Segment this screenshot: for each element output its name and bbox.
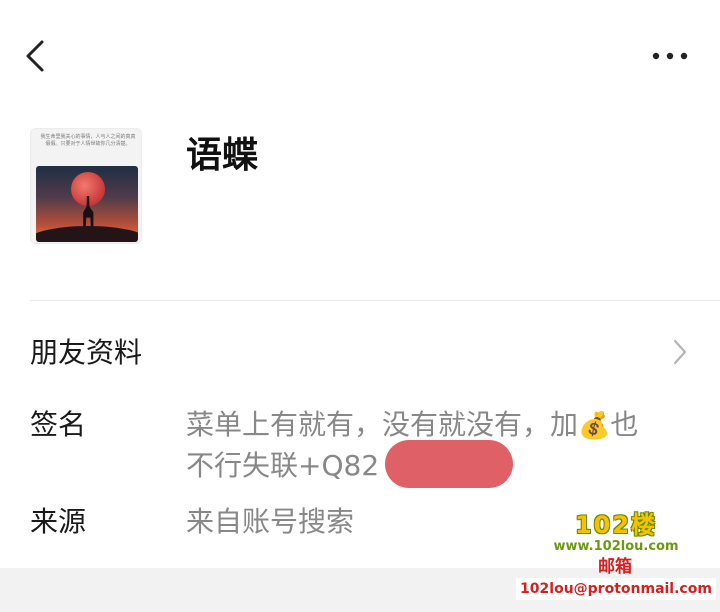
watermark-mail-label: 邮箱 (598, 557, 632, 577)
watermark-mail: 102lou@protonmail.com (516, 578, 716, 600)
more-button[interactable] (644, 40, 696, 72)
avatar-caption: 我生命里我关心的事情，人与人之间的真真假假。只要对于人情世故你几分清楚。 (40, 134, 136, 147)
watermark-logo: 102楼 (574, 511, 658, 539)
watermark-url: www.102lou.com (553, 539, 679, 554)
redaction-mark (385, 440, 513, 488)
friend-info-label: 朋友资料 (30, 336, 143, 369)
source-label: 来源 (30, 505, 87, 538)
money-bag-icon: 💰 (578, 411, 611, 441)
more-dots-icon (652, 52, 688, 60)
avatar-image (36, 166, 138, 242)
avatar[interactable]: 我生命里我关心的事情，人与人之间的真真假假。只要对于人情世故你几分清楚。 (30, 128, 142, 244)
signature-label: 签名 (30, 408, 87, 441)
signature-text: 菜单上有就有，没有就没有，加 (186, 408, 579, 441)
chevron-right-icon (668, 336, 692, 368)
avatar-hill (36, 226, 138, 242)
contact-name: 语蝶 (186, 135, 259, 176)
back-button[interactable] (14, 30, 58, 82)
source-value: 来自账号搜索 (186, 505, 355, 538)
chevron-left-icon (26, 40, 44, 72)
section-divider (30, 300, 720, 301)
signature-text-end: 也 (610, 408, 639, 441)
